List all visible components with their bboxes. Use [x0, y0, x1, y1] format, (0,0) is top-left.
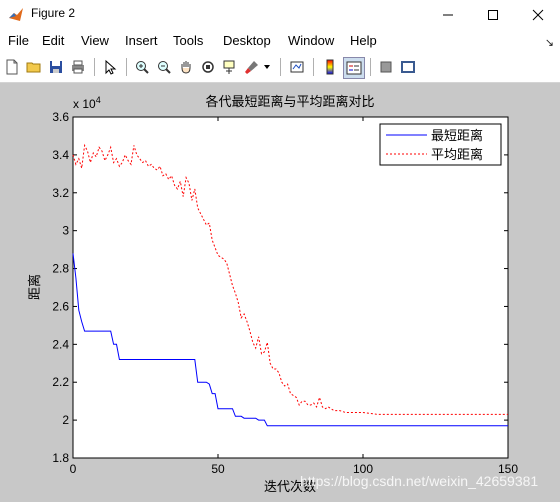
legend-label-average: 平均距离: [431, 147, 483, 163]
plot-svg: 1.822.22.42.62.833.23.43.6 0 50 100 150 x 1…: [27, 94, 518, 495]
y-tick-label: 2.6: [52, 299, 69, 313]
x-tick-label: 0: [70, 462, 77, 476]
axes-box[interactable]: [72, 116, 509, 459]
y-tick-label: 2.2: [52, 375, 69, 389]
y-tick-label: 2.4: [52, 337, 69, 351]
y-tick-label: 3.4: [52, 148, 69, 162]
legend-label-shortest: 最短距离: [431, 128, 483, 144]
y-axis-label: 距离: [27, 274, 43, 300]
y-tick-label: 3.6: [52, 110, 69, 124]
y-tick-label: 3.2: [52, 186, 69, 200]
watermark-text: https://blog.csdn.net/weixin_42659381: [300, 473, 539, 489]
y-tick-label: 2.8: [52, 262, 69, 276]
y-tick-label: 3: [62, 224, 69, 238]
legend[interactable]: 最短距离 平均距离: [379, 123, 502, 166]
y-tick-label: 1.8: [52, 451, 69, 465]
x-tick-label: 50: [211, 462, 225, 476]
y-exponent-label: x 104: [73, 95, 101, 111]
y-tick-label: 2: [62, 413, 69, 427]
chart-title: 各代最短距离与平均距离对比: [205, 94, 374, 110]
